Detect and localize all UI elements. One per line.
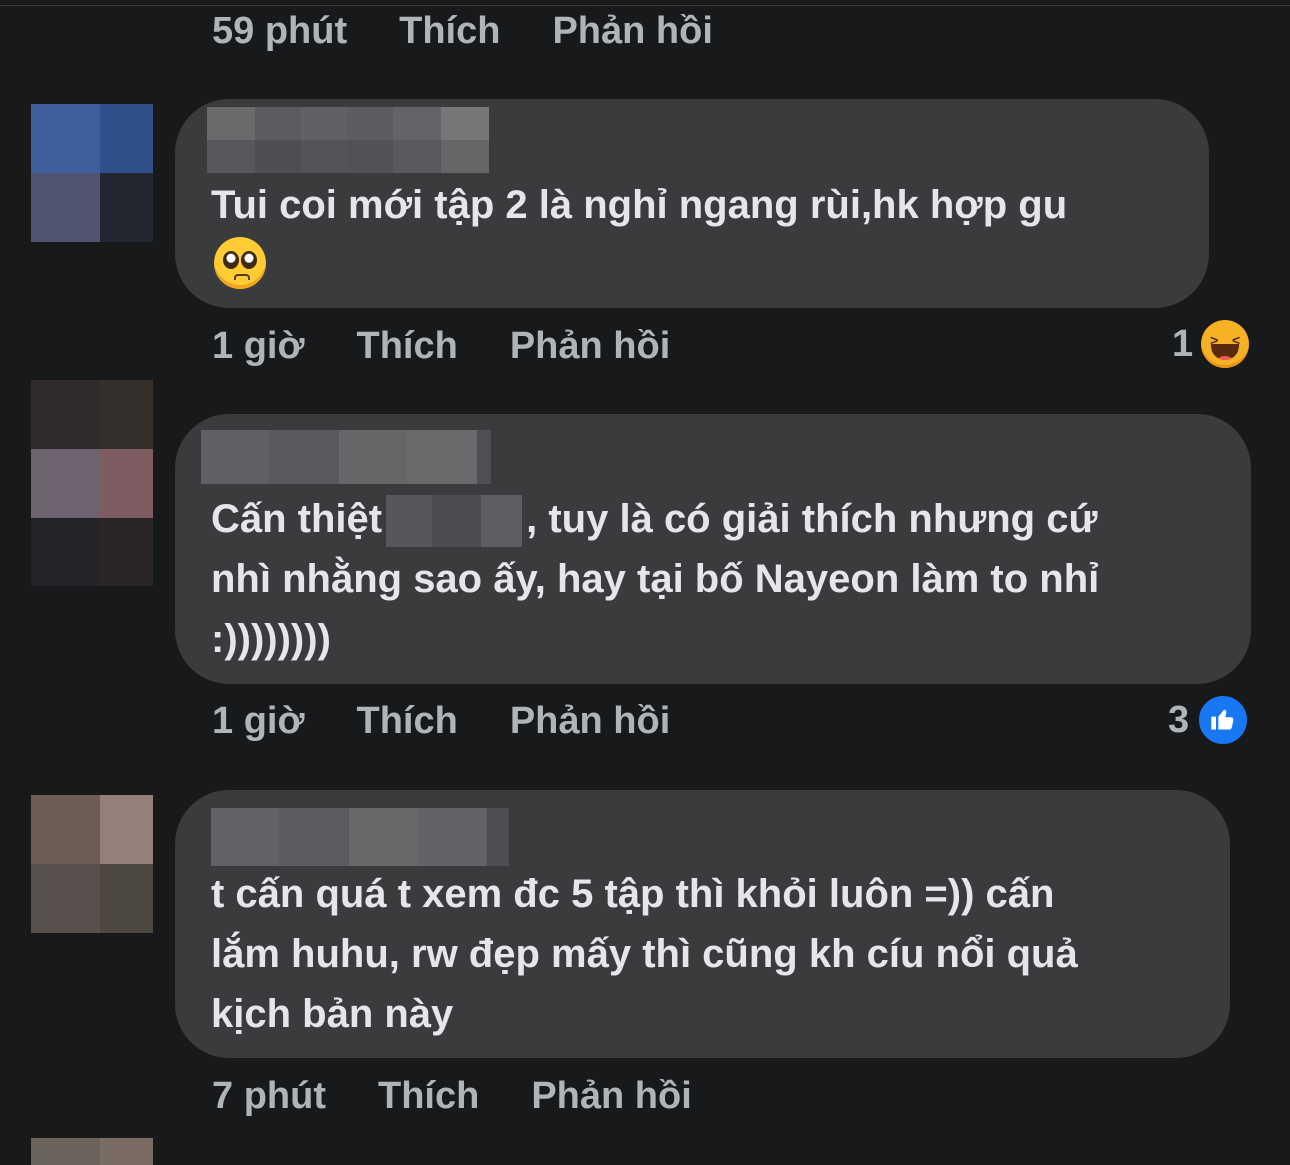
blurred-author-name[interactable] <box>211 808 509 866</box>
comment-actions: 7 phút Thích Phản hồi <box>212 1071 744 1121</box>
comment-bubble: Tui coi mới tập 2 là nghỉ ngang rùi,hk h… <box>175 99 1209 308</box>
pleading-face-emoji <box>214 237 266 289</box>
comment-text: Tui coi mới tập 2 là nghỉ ngang rùi,hk h… <box>211 183 1068 227</box>
comment-text: :)))))))) <box>211 617 331 661</box>
reaction-summary[interactable]: 3 <box>1168 694 1250 746</box>
like-button[interactable]: Thích <box>356 700 457 743</box>
avatar[interactable] <box>31 104 153 242</box>
blurred-author-name[interactable] <box>207 107 489 173</box>
like-button[interactable]: Thích <box>399 10 500 53</box>
comment-text: nhì nhằng sao ấy, hay tại bố Nayeon làm … <box>211 557 1100 601</box>
comment-text: lắm huhu, rw đẹp mấy thì cũng kh cíu nổi… <box>211 932 1078 976</box>
comment-bubble: Cấn thiệt , tuy là có giải thích nhưng cứ… <box>175 414 1251 684</box>
reply-button[interactable]: Phản hồi <box>510 325 670 368</box>
like-button[interactable]: Thích <box>356 325 457 368</box>
comment-timestamp[interactable]: 1 giờ <box>212 325 304 368</box>
comment-timestamp[interactable]: 1 giờ <box>212 700 304 743</box>
avatar[interactable] <box>31 1138 153 1165</box>
reaction-count: 1 <box>1172 322 1194 365</box>
like-icon <box>1197 694 1250 746</box>
reply-button[interactable]: Phản hồi <box>531 1075 691 1118</box>
reply-button[interactable]: Phản hồi <box>552 10 712 53</box>
comment-text: kịch bản này <box>211 992 454 1036</box>
reaction-count: 3 <box>1168 698 1190 741</box>
comment-text: , tuy là có giải thích nhưng cứ <box>526 497 1098 541</box>
comment-actions: 1 giờ Thích Phản hồi <box>212 696 722 746</box>
like-button[interactable]: Thích <box>378 1075 479 1118</box>
avatar[interactable] <box>31 380 153 586</box>
comment-timestamp[interactable]: 59 phút <box>212 10 347 53</box>
comment-text: t cấn quá t xem đc 5 tập thì khỏi luôn =… <box>211 872 1055 916</box>
comment-actions: 1 giờ Thích Phản hồi <box>212 321 722 371</box>
comment-timestamp[interactable]: 7 phút <box>212 1075 326 1118</box>
haha-icon: > < <box>1201 320 1250 368</box>
comment-bubble: t cấn quá t xem đc 5 tập thì khỏi luôn =… <box>175 790 1230 1058</box>
reaction-summary[interactable]: 1 > < <box>1172 320 1250 368</box>
blurred-author-name[interactable] <box>201 430 491 484</box>
blurred-mention[interactable] <box>386 495 523 548</box>
comment-actions: 59 phút Thích Phản hồi <box>212 6 765 56</box>
reply-button[interactable]: Phản hồi <box>510 700 670 743</box>
avatar[interactable] <box>31 795 153 933</box>
comment-text-line: Cấn thiệt , tuy là có giải thích nhưng cứ <box>211 489 1097 549</box>
comment-text: Cấn thiệt <box>211 497 383 541</box>
